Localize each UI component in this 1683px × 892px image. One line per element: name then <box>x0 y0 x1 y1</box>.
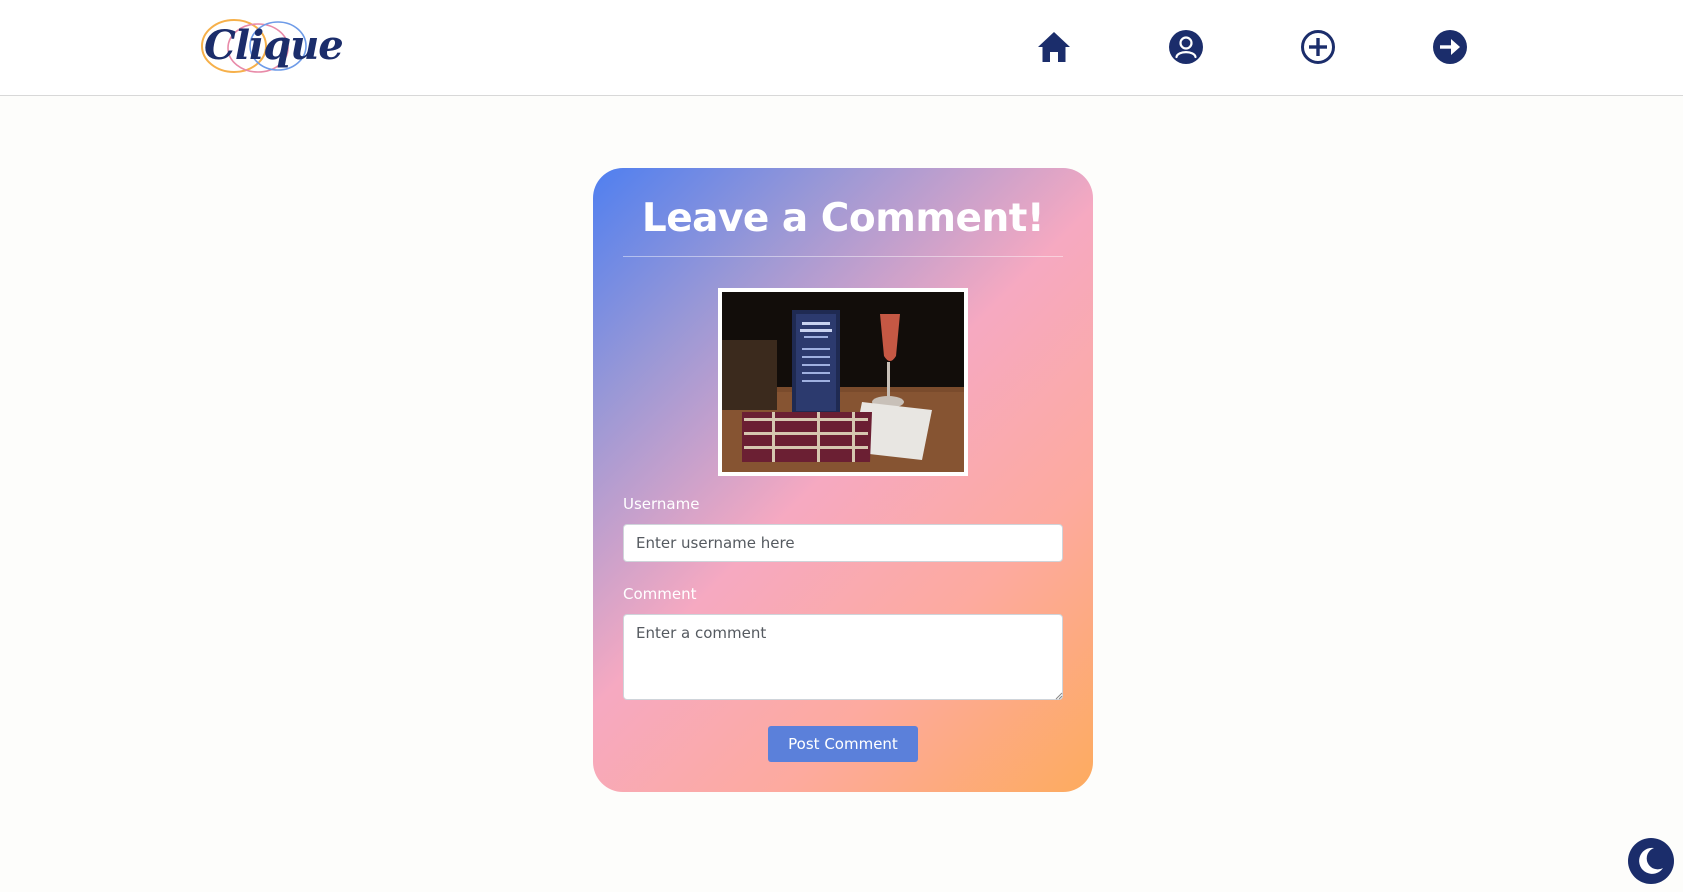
clique-logo[interactable]: Clique <box>196 16 344 76</box>
navbar: Clique <box>0 0 1683 96</box>
comment-label: Comment <box>623 585 697 603</box>
post-photo <box>718 288 968 476</box>
add-icon[interactable] <box>1300 29 1336 65</box>
profile-icon[interactable] <box>1168 29 1204 65</box>
username-input[interactable] <box>623 524 1063 562</box>
dark-mode-toggle[interactable] <box>1628 838 1674 884</box>
logo-text: Clique <box>204 22 344 69</box>
comment-card: Leave a Comment! Username Enter username… <box>593 168 1093 792</box>
logout-icon[interactable] <box>1432 29 1468 65</box>
comment-textarea[interactable] <box>623 614 1063 700</box>
post-comment-button[interactable]: Post Comment <box>768 726 918 762</box>
title-divider <box>623 256 1063 257</box>
card-title: Leave a Comment! <box>641 196 1045 241</box>
username-label: Username <box>623 495 700 513</box>
resize-handle-icon[interactable] <box>1055 692 1063 700</box>
photo-illustration <box>722 292 964 472</box>
home-icon[interactable] <box>1036 29 1072 65</box>
moon-icon <box>1629 839 1673 883</box>
